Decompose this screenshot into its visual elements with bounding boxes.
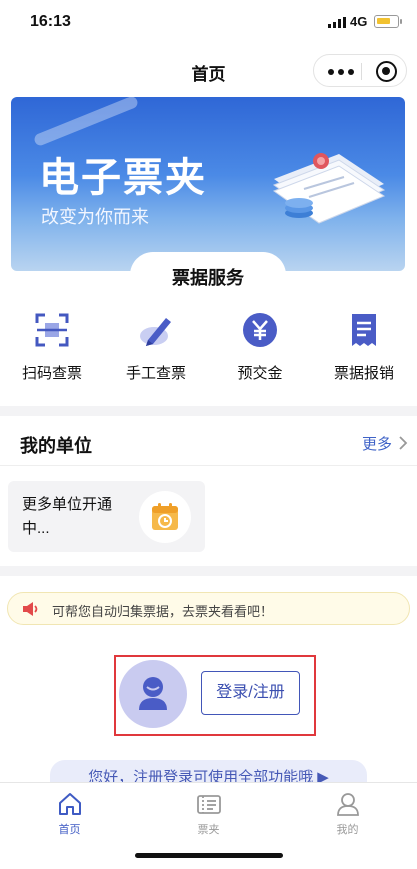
network-type: 4G [350,14,368,29]
section-divider [0,566,417,576]
more-link[interactable]: 更多 [362,433,392,454]
section-divider [0,406,417,416]
login-register-button[interactable]: 登录/注册 [201,671,300,715]
service-reimbursement[interactable]: 票据报销 [312,308,416,398]
tab-label: 首页 [58,824,81,836]
service-label: 票据报销 [333,365,394,382]
receipt-icon [352,314,376,346]
service-manual-query[interactable]: 手工查票 [104,308,208,398]
nav-bar: 首页 [0,48,417,92]
banner-decoration [32,97,140,148]
my-unit-title: 我的单位 [20,436,92,456]
status-time: 16:13 [30,13,71,30]
yuan-icon [243,313,277,347]
services-title: 票据服务 [172,268,244,288]
status-bar: 16:13 4G [0,0,417,44]
my-unit-header: 我的单位 更多 [0,420,417,466]
more-dots-icon[interactable] [328,69,354,75]
calendar-clock-icon [152,503,178,530]
service-label: 预交金 [237,365,283,382]
battery-icon [374,15,402,28]
services-grid: 扫码查票 手工查票 预交金 票据报销 [0,308,417,403]
ticket-folder-icon [197,795,221,814]
promo-banner[interactable]: 电子票夹 改变为你而来 [11,97,405,271]
unit-card-text: 更多单位开通中... [22,496,113,537]
avatar[interactable] [119,660,187,728]
tab-ticket-folder[interactable]: 票夹 [139,789,278,841]
user-face-icon [139,677,167,710]
user-icon [337,793,359,816]
tab-home[interactable]: 首页 [0,789,139,841]
home-indicator [135,853,283,858]
scan-icon [35,313,69,347]
service-label: 手工查票 [125,365,186,382]
service-scan-query[interactable]: 扫码查票 [0,308,104,398]
banner-subtitle: 改变为你而来 [41,207,149,227]
notice-bar[interactable]: 可帮您自动归集票据，去票夹看看吧！ [7,592,410,625]
calendar-icon-badge [139,491,191,543]
service-prepayment[interactable]: 预交金 [208,308,312,398]
documents-illustration-icon [272,153,386,224]
mini-program-capsule [313,54,407,87]
tab-label: 票夹 [197,824,220,836]
chevron-right-icon[interactable] [397,436,409,450]
app-screen: 16:13 4G 首页 电子票夹 改变为你而来 票据服务 扫码查票 手工查票 预… [0,0,417,869]
home-icon [59,793,81,815]
capsule-divider [361,63,362,80]
signal-icon [328,17,346,28]
services-title-tab: 票据服务 [130,252,286,298]
close-target-icon[interactable] [376,61,397,82]
service-label: 扫码查票 [21,365,82,382]
pen-icon [140,318,171,346]
banner-title: 电子票夹 [39,156,207,200]
tab-label: 我的 [336,824,359,836]
notice-text: 可帮您自动归集票据，去票夹看看吧！ [52,604,274,619]
tab-mine[interactable]: 我的 [278,789,417,841]
speaker-icon [23,602,38,616]
unit-card[interactable]: 更多单位开通中... [8,481,205,552]
